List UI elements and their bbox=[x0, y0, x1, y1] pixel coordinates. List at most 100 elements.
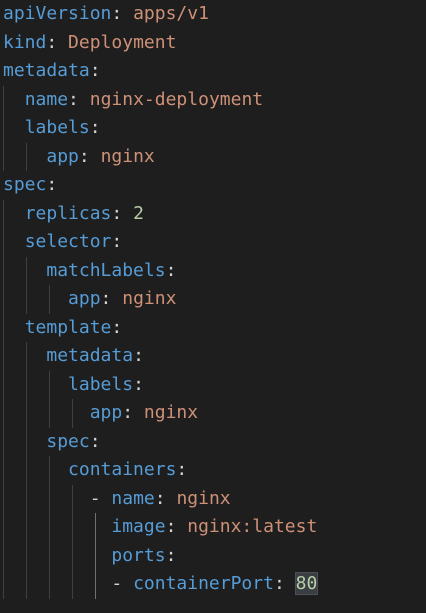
indent-guide bbox=[49, 370, 50, 428]
code-line[interactable]: app: nginx bbox=[3, 285, 176, 314]
code-line[interactable]: spec: bbox=[3, 428, 101, 457]
indent-guide bbox=[72, 484, 73, 599]
yaml-colon: : bbox=[165, 544, 177, 566]
yaml-colon: : bbox=[111, 202, 123, 224]
list-dash: - bbox=[111, 573, 134, 594]
yaml-key: name bbox=[111, 487, 155, 509]
yaml-key: app bbox=[68, 288, 101, 309]
yaml-colon: : bbox=[176, 459, 188, 480]
yaml-colon: : bbox=[154, 487, 166, 509]
yaml-space bbox=[166, 488, 177, 509]
yaml-value: nginx:latest bbox=[187, 516, 318, 537]
yaml-key: containers bbox=[68, 459, 177, 480]
yaml-value: nginx-deployment bbox=[89, 88, 264, 110]
yaml-space bbox=[122, 3, 133, 24]
yaml-colon: : bbox=[133, 373, 144, 395]
yaml-colon: : bbox=[165, 259, 177, 281]
yaml-space bbox=[79, 89, 90, 110]
yaml-colon: : bbox=[89, 60, 101, 81]
yaml-space bbox=[111, 288, 122, 309]
yaml-colon: : bbox=[273, 573, 285, 594]
yaml-colon: : bbox=[68, 88, 79, 110]
yaml-colon: : bbox=[111, 231, 123, 252]
code-line[interactable]: image: nginx:latest bbox=[3, 513, 317, 542]
yaml-colon: : bbox=[46, 174, 58, 195]
code-line[interactable]: replicas: 2 bbox=[3, 200, 144, 229]
yaml-value: 2 bbox=[133, 202, 144, 224]
yaml-colon: : bbox=[89, 117, 101, 138]
indent-guide bbox=[95, 513, 96, 599]
yaml-key: metadata bbox=[46, 345, 134, 366]
code-line[interactable]: labels: bbox=[3, 114, 101, 143]
code-line[interactable]: metadata: bbox=[3, 342, 144, 371]
code-line[interactable]: matchLabels: bbox=[3, 257, 176, 286]
code-line[interactable]: labels: bbox=[3, 371, 144, 400]
yaml-key: image bbox=[111, 516, 166, 537]
yaml-value: Deployment bbox=[68, 31, 177, 53]
code-line[interactable]: kind: Deployment bbox=[3, 29, 176, 58]
yaml-value: apps/v1 bbox=[133, 3, 209, 24]
yaml-space bbox=[90, 146, 101, 167]
list-dash: - bbox=[89, 487, 112, 509]
indent-guide bbox=[49, 285, 50, 314]
yaml-key: app bbox=[46, 145, 79, 167]
indent-guide bbox=[26, 256, 27, 314]
yaml-space bbox=[176, 516, 187, 537]
indent-guide bbox=[3, 199, 4, 599]
yaml-key: replicas bbox=[24, 202, 112, 224]
code-line[interactable]: - containerPort: 80 bbox=[3, 570, 319, 599]
yaml-colon: : bbox=[89, 430, 101, 452]
yaml-key: spec bbox=[3, 174, 47, 195]
code-line[interactable]: name: nginx-deployment bbox=[3, 86, 263, 115]
yaml-colon: : bbox=[100, 288, 112, 309]
code-line[interactable]: selector: bbox=[3, 228, 123, 257]
yaml-value: nginx bbox=[176, 487, 231, 509]
yaml-colon: : bbox=[111, 316, 123, 338]
code-line[interactable]: metadata: bbox=[3, 57, 101, 86]
yaml-colon: : bbox=[165, 516, 177, 537]
yaml-key: template bbox=[24, 316, 112, 338]
yaml-key: kind bbox=[3, 31, 47, 53]
yaml-value: nginx bbox=[100, 145, 155, 167]
indent-guide bbox=[26, 342, 27, 599]
yaml-value: 80 bbox=[294, 572, 319, 595]
code-line[interactable]: template: bbox=[3, 314, 123, 343]
yaml-key: matchLabels bbox=[46, 259, 166, 281]
yaml-colon: : bbox=[122, 402, 134, 423]
yaml-space bbox=[133, 402, 144, 423]
indent-guide bbox=[3, 85, 4, 171]
code-line[interactable]: - name: nginx bbox=[3, 485, 231, 514]
indent-guide bbox=[49, 456, 50, 599]
yaml-key: ports bbox=[111, 544, 166, 566]
yaml-space bbox=[122, 203, 133, 224]
indent-guide bbox=[26, 142, 27, 171]
yaml-key: labels bbox=[68, 373, 134, 395]
code-line[interactable]: ports: bbox=[3, 542, 176, 571]
indent-guide bbox=[72, 399, 73, 428]
yaml-key: labels bbox=[24, 117, 90, 138]
code-line[interactable]: containers: bbox=[3, 456, 187, 485]
yaml-space bbox=[57, 32, 68, 53]
code-line[interactable]: spec: bbox=[3, 171, 57, 200]
code-line[interactable]: app: nginx bbox=[3, 399, 198, 428]
yaml-key: spec bbox=[46, 430, 90, 452]
code-editor[interactable]: apiVersion: apps/v1 kind: Deployment metad… bbox=[0, 0, 426, 613]
yaml-key: selector bbox=[24, 231, 112, 252]
yaml-key: name bbox=[24, 88, 69, 110]
yaml-value: nginx bbox=[122, 288, 177, 309]
code-line[interactable]: apiVersion: apps/v1 bbox=[3, 0, 209, 29]
yaml-key: containerPort bbox=[133, 573, 274, 594]
